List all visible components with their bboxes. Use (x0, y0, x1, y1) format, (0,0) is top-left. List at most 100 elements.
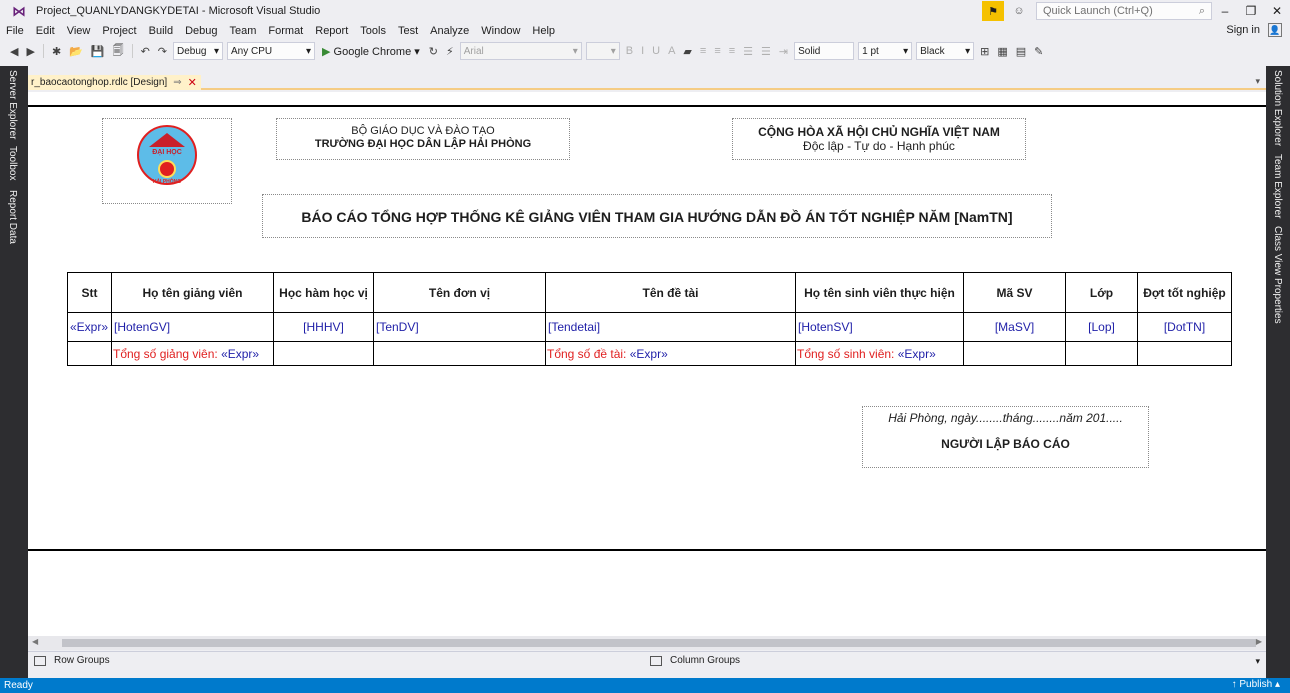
layout-icon[interactable]: ▤ (1014, 45, 1028, 58)
open-file-icon[interactable]: 📂 (67, 45, 85, 58)
menu-report[interactable]: Report (309, 25, 354, 37)
pin-icon[interactable]: ✎ (1032, 45, 1045, 58)
save-all-icon[interactable]: 🗐 (111, 42, 126, 61)
close-tab-icon[interactable]: ✕ (188, 76, 197, 89)
report-tablix[interactable]: Stt Họ tên giảng viên Học hàm học vị Tên… (67, 272, 1232, 366)
column-header[interactable]: Họ tên sinh viên thực hiện (795, 272, 964, 313)
navigate-forward-icon[interactable]: ▶ (24, 45, 36, 58)
bullets-icon[interactable]: ☰ (741, 45, 755, 58)
sign-in-link[interactable]: Sign in (1226, 24, 1260, 36)
background-color-icon[interactable]: ▰ (681, 45, 693, 58)
underline-icon[interactable]: U (650, 45, 662, 57)
ministry-header-textbox[interactable]: BỘ GIÁO DỤC VÀ ĐÀO TẠO TRƯỜNG ĐẠI HỌC DÂ… (276, 118, 570, 160)
grid-icon[interactable]: ▦ (995, 45, 1009, 58)
bold-icon[interactable]: B (624, 45, 635, 57)
server-explorer-tab[interactable]: Server Explorer (7, 70, 18, 139)
tab-report-design[interactable]: r_baocaotonghop.rdlc [Design] ⇒ ✕ (28, 75, 201, 90)
menu-help[interactable]: Help (526, 25, 561, 37)
scroll-right-icon[interactable]: ▶ (1256, 637, 1262, 646)
table-cell[interactable] (273, 341, 374, 366)
menu-view[interactable]: View (61, 25, 97, 37)
restore-button[interactable]: ❐ (1238, 4, 1264, 18)
table-cell[interactable]: [Tendetai] (545, 312, 796, 342)
menu-edit[interactable]: Edit (30, 25, 61, 37)
line-style-dropdown[interactable]: Solid (794, 42, 855, 60)
indent-icon[interactable]: ⇥ (777, 45, 790, 58)
table-cell[interactable]: [HotenGV] (111, 312, 274, 342)
solution-explorer-tab[interactable]: Solution Explorer (1272, 70, 1283, 146)
row-groups-header[interactable]: Row Groups (34, 655, 110, 666)
column-header[interactable]: Mã SV (963, 272, 1066, 313)
undo-icon[interactable]: ↶ (139, 45, 152, 58)
account-icon[interactable]: 👤 (1268, 23, 1282, 37)
minimize-button[interactable]: – (1212, 4, 1238, 18)
menu-build[interactable]: Build (143, 25, 179, 37)
close-window-button[interactable]: ✕ (1264, 4, 1290, 18)
pin-tab-icon[interactable]: ⇒ (173, 77, 181, 88)
horizontal-scrollbar[interactable]: ◀ ▶ (28, 636, 1266, 650)
column-header[interactable]: Tên đề tài (545, 272, 796, 313)
column-header[interactable]: Đợt tốt nghiệp (1137, 272, 1232, 313)
menu-tools[interactable]: Tools (354, 25, 392, 37)
table-cell[interactable]: [MaSV] (963, 312, 1066, 342)
column-header[interactable]: Lớp (1065, 272, 1138, 313)
menu-test[interactable]: Test (392, 25, 424, 37)
scroll-left-icon[interactable]: ◀ (32, 637, 38, 646)
table-cell[interactable] (963, 341, 1066, 366)
table-cell[interactable]: [HotenSV] (795, 312, 964, 342)
total-topics-cell[interactable]: Tổng số đề tài: «Expr» (545, 341, 796, 366)
menu-window[interactable]: Window (475, 25, 526, 37)
class-view-tab[interactable]: Class View (1272, 226, 1283, 275)
menu-team[interactable]: Team (224, 25, 263, 37)
align-center-icon[interactable]: ≡ (712, 45, 722, 57)
menu-format[interactable]: Format (262, 25, 309, 37)
table-cell[interactable] (67, 341, 112, 366)
menu-analyze[interactable]: Analyze (424, 25, 475, 37)
total-lecturers-cell[interactable]: Tổng số giảng viên: «Expr» (111, 341, 274, 366)
browser-link-icon[interactable]: ⚡ (444, 45, 456, 58)
table-cell[interactable] (1065, 341, 1138, 366)
report-data-tab[interactable]: Report Data (7, 190, 18, 244)
table-cell[interactable]: «Expr» (67, 312, 112, 342)
report-title-textbox[interactable]: BÁO CÁO TỔNG HỢP THỐNG KÊ GIẢNG VIÊN THA… (262, 194, 1052, 238)
numbering-icon[interactable]: ☰ (759, 45, 773, 58)
menu-project[interactable]: Project (96, 25, 142, 37)
save-icon[interactable]: 💾 (89, 45, 107, 58)
column-header[interactable]: Tên đơn vị (373, 272, 546, 313)
report-design-surface[interactable]: ĐẠI HỌC HẢI PHÒNG BỘ GIÁO DỤC VÀ ĐÀO TẠO… (28, 92, 1266, 636)
italic-icon[interactable]: I (639, 45, 646, 57)
table-cell[interactable]: [DotTN] (1137, 312, 1232, 342)
start-debugging-button[interactable]: ▶ Google Chrome ▾ (319, 45, 423, 58)
feedback-icon[interactable]: ☺ (1010, 5, 1028, 17)
table-cell[interactable]: [HHHV] (273, 312, 374, 342)
redo-icon[interactable]: ↷ (156, 45, 169, 58)
font-color-icon[interactable]: A (666, 45, 677, 57)
properties-tab[interactable]: Properties (1272, 278, 1283, 324)
column-header[interactable]: Học hàm học vị (273, 272, 374, 313)
signature-textbox[interactable]: Hải Phòng, ngày........tháng........năm … (862, 406, 1149, 468)
border-icon[interactable]: ⊞ (978, 45, 991, 58)
menu-debug[interactable]: Debug (179, 25, 223, 37)
grouping-dropdown-icon[interactable]: ▾ (1255, 656, 1260, 667)
table-cell[interactable] (1137, 341, 1232, 366)
column-header[interactable]: Họ tên giảng viên (111, 272, 274, 313)
table-cell[interactable] (373, 341, 546, 366)
column-groups-header[interactable]: Column Groups (650, 655, 740, 666)
align-left-icon[interactable]: ≡ (698, 45, 708, 57)
line-width-dropdown[interactable]: 1 pt ▾ (858, 42, 913, 60)
table-cell[interactable]: [Lop] (1065, 312, 1138, 342)
font-name-dropdown[interactable]: Arial ▾ (459, 42, 582, 60)
font-size-dropdown[interactable]: ▾ (585, 42, 620, 60)
scrollbar-thumb[interactable] (62, 639, 1256, 647)
publish-button[interactable]: ↑ Publish ▴ (1232, 679, 1280, 690)
solution-configuration-dropdown[interactable]: Debug ▾ (173, 42, 223, 60)
tab-overflow-dropdown-icon[interactable]: ▾ (1255, 76, 1260, 87)
toolbox-tab[interactable]: Toolbox (7, 146, 18, 180)
column-header[interactable]: Stt (67, 272, 112, 313)
table-cell[interactable]: [TenDV] (373, 312, 546, 342)
solution-platform-dropdown[interactable]: Any CPU ▾ (227, 42, 315, 60)
refresh-icon[interactable]: ↻ (427, 45, 440, 58)
line-color-dropdown[interactable]: Black ▾ (916, 42, 975, 60)
national-motto-textbox[interactable]: CỘNG HÒA XÃ HỘI CHỦ NGHĨA VIỆT NAM Độc l… (732, 118, 1026, 160)
team-explorer-tab[interactable]: Team Explorer (1272, 154, 1283, 218)
